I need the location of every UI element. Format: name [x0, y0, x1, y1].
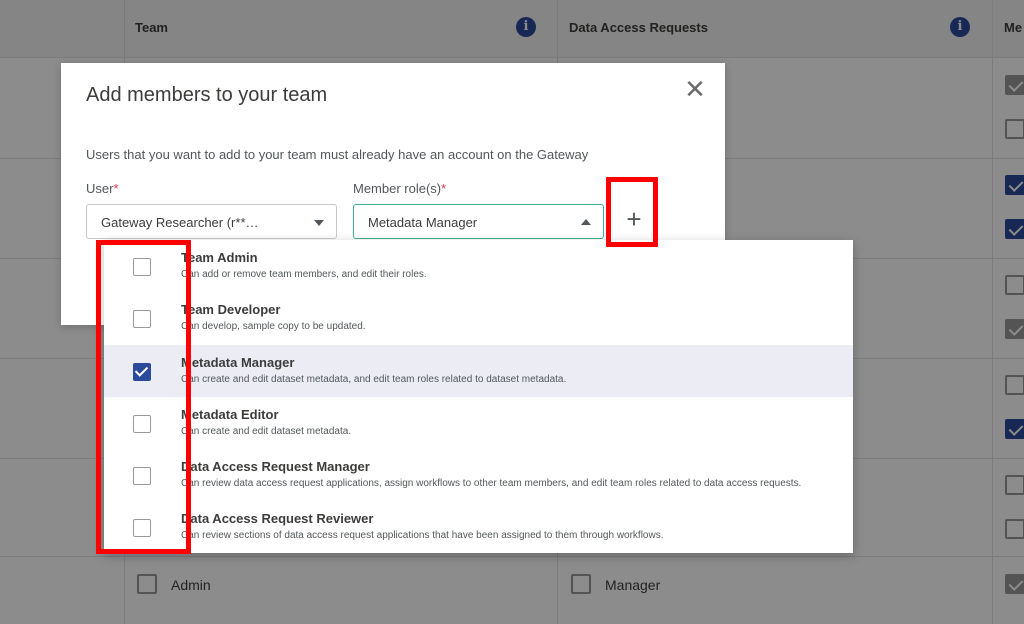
role-checkbox[interactable]	[133, 310, 151, 328]
user-select[interactable]: Gateway Researcher (r**…	[86, 204, 337, 239]
role-option-team-developer[interactable]: Team Developer Can develop, sample copy …	[104, 292, 853, 344]
role-option-title: Data Access Request Reviewer	[181, 511, 374, 526]
role-option-dar-reviewer[interactable]: Data Access Request Reviewer Can review …	[104, 501, 853, 553]
role-option-dar-manager[interactable]: Data Access Request Manager Can review d…	[104, 449, 853, 501]
chevron-up-icon	[581, 219, 591, 225]
role-select[interactable]: Metadata Manager	[353, 204, 604, 239]
role-option-description: Can review data access request applicati…	[181, 478, 802, 489]
role-option-title: Metadata Manager	[181, 355, 295, 370]
role-option-description: Can create and edit dataset metadata.	[181, 426, 352, 437]
modal-title: Add members to your team	[86, 84, 328, 106]
role-option-description: Can create and edit dataset metadata, an…	[181, 374, 567, 385]
role-option-description: Can add or remove team members, and edit…	[181, 269, 427, 280]
role-option-team-admin[interactable]: Team Admin Can add or remove team member…	[104, 240, 853, 292]
role-checkbox[interactable]	[133, 519, 151, 537]
modal-description: Users that you want to add to your team …	[86, 147, 589, 162]
user-select-value: Gateway Researcher (r**…	[101, 215, 259, 230]
role-checkbox[interactable]	[133, 415, 151, 433]
role-option-description: Can develop, sample copy to be updated.	[181, 321, 366, 332]
role-option-metadata-manager[interactable]: Metadata Manager Can create and edit dat…	[104, 345, 853, 397]
role-option-title: Team Developer	[181, 302, 281, 317]
role-checkbox-checked[interactable]	[133, 363, 151, 381]
role-field-label: Member role(s)*	[353, 181, 447, 196]
close-icon[interactable]: ✕	[683, 76, 707, 102]
role-checkbox[interactable]	[133, 467, 151, 485]
role-select-value: Metadata Manager	[368, 215, 478, 230]
role-checkbox[interactable]	[133, 258, 151, 276]
role-option-description: Can review sections of data access reque…	[181, 530, 664, 541]
role-option-title: Data Access Request Manager	[181, 459, 370, 474]
role-option-metadata-editor[interactable]: Metadata Editor Can create and edit data…	[104, 397, 853, 449]
chevron-down-icon	[314, 220, 324, 226]
add-member-button[interactable]: +	[619, 204, 649, 234]
role-dropdown-menu: Team Admin Can add or remove team member…	[104, 240, 853, 553]
role-option-title: Metadata Editor	[181, 407, 279, 422]
role-option-title: Team Admin	[181, 250, 258, 265]
user-field-label: User*	[86, 181, 119, 196]
